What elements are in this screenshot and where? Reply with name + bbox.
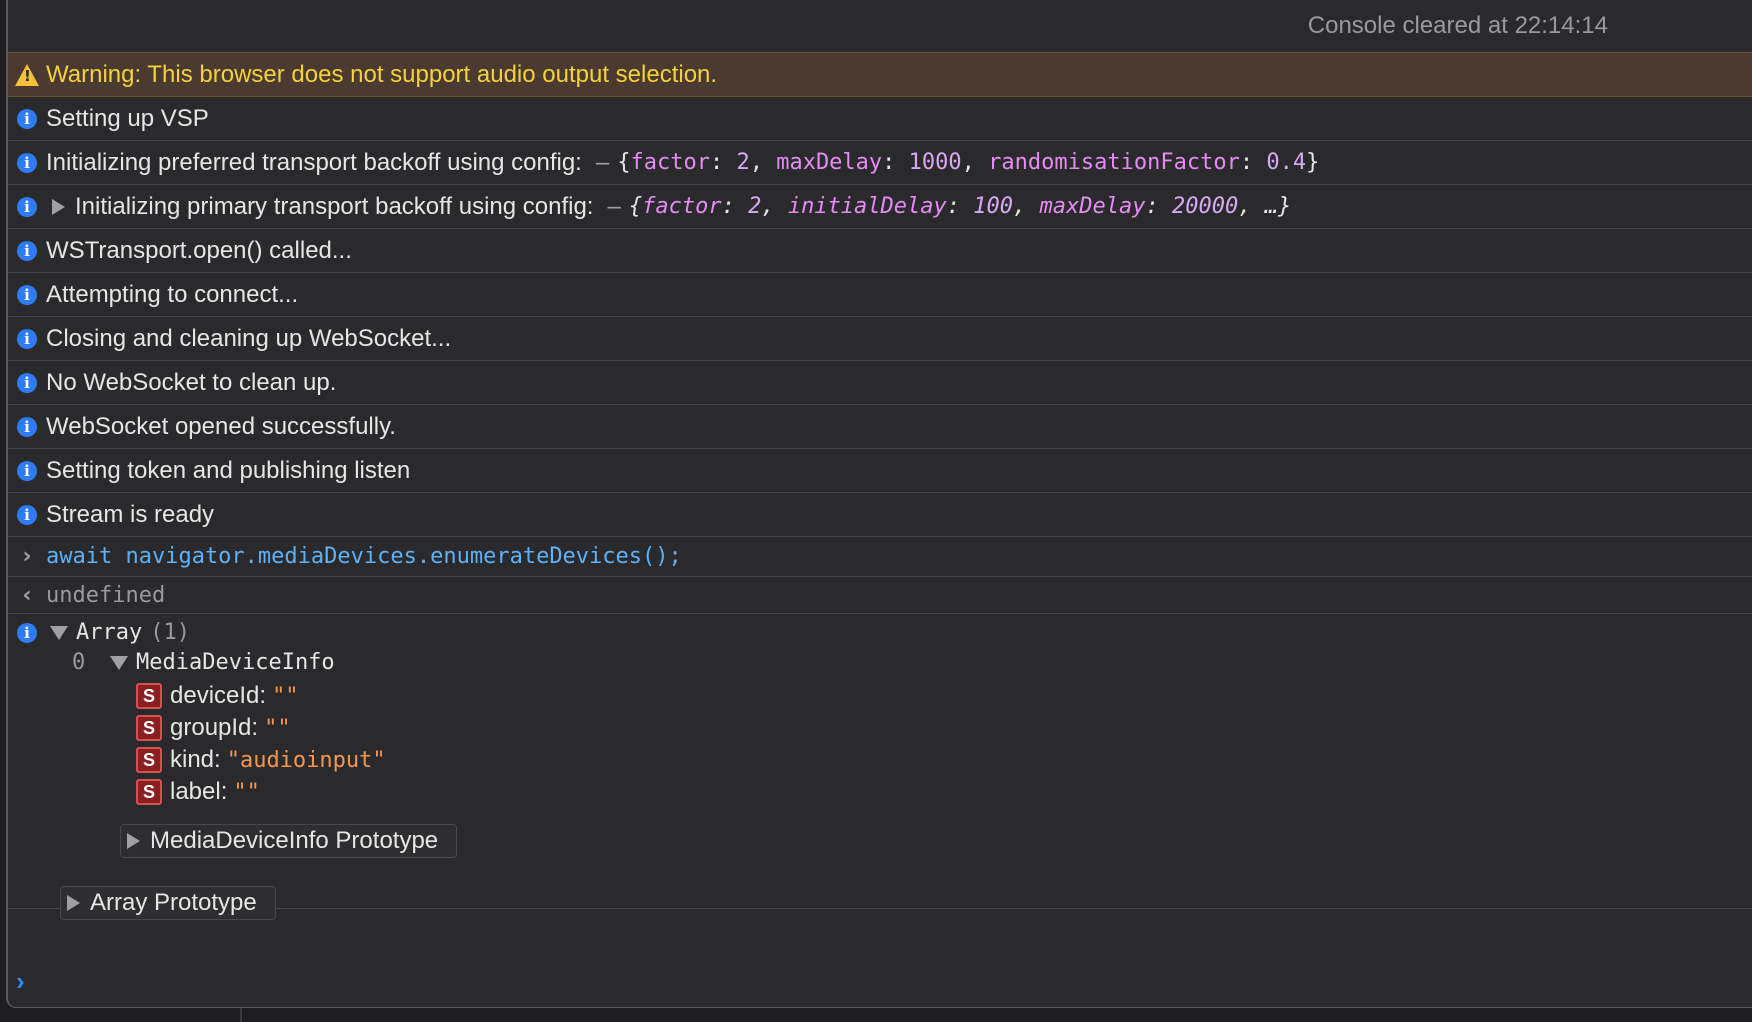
info-icon: i (17, 240, 37, 261)
info-icon: i (17, 108, 37, 129)
property-value: "" (272, 683, 299, 709)
log-text: Setting up VSP (46, 104, 209, 132)
log-message[interactable]: i No WebSocket to clean up. (8, 361, 1752, 405)
array-index: 0 (72, 650, 86, 675)
array-item-row[interactable]: 0 MediaDeviceInfo (72, 650, 335, 675)
log-message[interactable]: i Attempting to connect... (8, 273, 1752, 317)
info-icon: i (17, 152, 37, 173)
log-message[interactable]: i Initializing preferred transport backo… (8, 141, 1752, 185)
log-text: WSTransport.open() called... (46, 236, 352, 264)
info-icon: i (17, 284, 37, 305)
prompt-chevron-icon: › (16, 966, 25, 996)
string-type-icon: S (136, 779, 162, 805)
input-code: await navigator.mediaDevices.enumerateDe… (46, 544, 682, 569)
object-preview[interactable]: {factor: 2, initialDelay: 100, maxDelay:… (629, 194, 1291, 219)
object-dash: – (607, 192, 621, 220)
info-icon: i (17, 504, 37, 525)
property-row[interactable]: S label: "" (136, 778, 260, 806)
property-value: "" (264, 715, 291, 741)
log-text: No WebSocket to clean up. (46, 368, 337, 396)
string-type-icon: S (136, 747, 162, 773)
string-type-icon: S (136, 715, 162, 741)
media-device-info-prototype-toggle[interactable]: MediaDeviceInfo Prototype (120, 824, 458, 858)
info-icon: i (17, 622, 37, 643)
result-value: undefined (46, 582, 166, 608)
object-dash: – (595, 148, 610, 176)
prototype-label: Array Prototype (90, 889, 257, 916)
property-row[interactable]: S deviceId: "" (136, 682, 299, 710)
property-name: deviceId: (170, 682, 267, 709)
log-text: Closing and cleaning up WebSocket... (46, 324, 452, 352)
log-text: Setting token and publishing listen (46, 456, 411, 484)
info-icon: i (17, 416, 37, 437)
console-panel: Console cleared at 22:14:14 Warning: Thi… (6, 0, 1752, 1008)
log-message[interactable]: i Stream is ready (8, 493, 1752, 537)
log-text: Initializing preferred transport backoff… (46, 148, 582, 176)
log-text: Stream is ready (46, 500, 215, 528)
log-message[interactable]: i Setting token and publishing listen (8, 449, 1752, 493)
console-cleared-text: Console cleared at 22:14:14 (1307, 12, 1608, 39)
chevron-right-icon: › (22, 544, 32, 569)
warning-icon (15, 63, 39, 86)
log-message[interactable]: i Closing and cleaning up WebSocket... (8, 317, 1752, 361)
info-icon: i (17, 328, 37, 349)
array-count: (1) (150, 620, 190, 645)
console-result[interactable]: ‹ undefined (8, 577, 1752, 614)
bottom-strip (0, 1008, 1752, 1022)
disclosure-triangle-icon (127, 833, 140, 849)
disclosure-triangle-expanded-icon[interactable] (110, 655, 128, 670)
console-prompt[interactable]: › (16, 966, 25, 997)
property-value: "" (233, 779, 260, 805)
log-text: WebSocket opened successfully. (46, 412, 396, 440)
log-text: Attempting to connect... (46, 280, 299, 308)
array-prototype-toggle[interactable]: Array Prototype (60, 886, 276, 920)
console-input-echo[interactable]: › await navigator.mediaDevices.enumerate… (8, 537, 1752, 577)
log-message[interactable]: i WebSocket opened successfully. (8, 405, 1752, 449)
object-preview[interactable]: {factor: 2, maxDelay: 1000, randomisatio… (617, 150, 1319, 175)
disclosure-triangle-expanded-icon[interactable] (50, 625, 68, 640)
property-name: label: (170, 778, 228, 805)
info-icon: i (17, 372, 37, 393)
log-message[interactable]: i Initializing primary transport backoff… (8, 185, 1752, 229)
log-message[interactable]: i WSTransport.open() called... (8, 229, 1752, 273)
info-icon: i (17, 196, 37, 217)
property-value: "audioinput" (226, 747, 386, 773)
prototype-label: MediaDeviceInfo Prototype (150, 827, 439, 854)
warning-message[interactable]: Warning: This browser does not support a… (8, 52, 1752, 97)
array-log-message[interactable]: i Array (1) 0 MediaDeviceInfo S deviceId… (8, 614, 1752, 920)
log-text: Initializing primary transport backoff u… (75, 192, 594, 220)
console-cleared-row: Console cleared at 22:14:14 (8, 0, 1752, 52)
array-label: Array (76, 620, 143, 645)
property-row[interactable]: S groupId: "" (136, 714, 291, 742)
chevron-left-icon: ‹ (22, 582, 32, 608)
info-icon: i (17, 460, 37, 481)
property-name: kind: (170, 746, 221, 773)
property-row[interactable]: S kind: "audioinput" (136, 746, 386, 774)
string-type-icon: S (136, 683, 162, 709)
disclosure-triangle-icon[interactable] (52, 198, 65, 215)
disclosure-triangle-icon (67, 895, 80, 911)
warning-text: Warning: This browser does not support a… (46, 60, 718, 88)
panel-divider[interactable] (240, 1008, 242, 1022)
item-type: MediaDeviceInfo (136, 650, 335, 675)
property-name: groupId: (170, 714, 259, 741)
log-message[interactable]: i Setting up VSP (8, 97, 1752, 141)
